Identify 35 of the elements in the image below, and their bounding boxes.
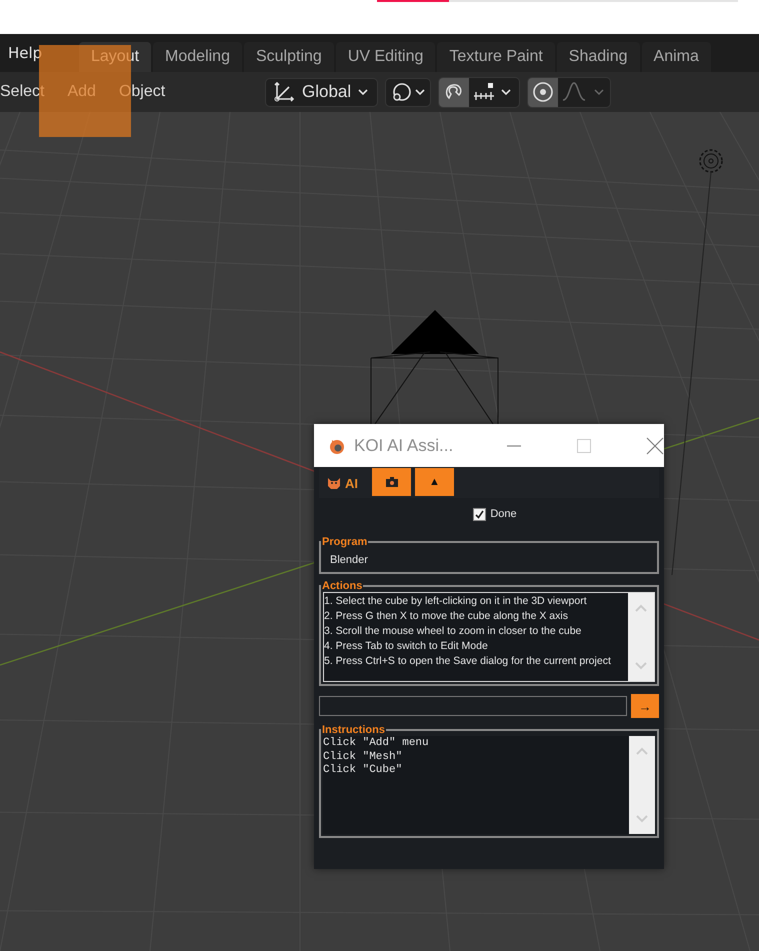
group-legend: Program: [321, 536, 368, 548]
collapse-button[interactable]: ▲: [415, 468, 454, 496]
ai-tab[interactable]: AI: [319, 468, 368, 498]
action-item: 5. Press Ctrl+S to open the Save dialog for the current project: [324, 654, 612, 669]
workspace-tab[interactable]: Anima: [642, 42, 711, 72]
pivot-dropdown[interactable]: [385, 78, 431, 106]
orientation-dropdown[interactable]: Global: [265, 78, 378, 106]
action-item: 2. Press G then X to move the cube along the X axis: [324, 609, 569, 624]
send-button[interactable]: →: [631, 694, 659, 718]
action-item: 4. Press Tab to switch to Edit Mode: [324, 639, 489, 654]
action-item: 3. Scroll the mouse wheel to zoom in closer to the cube: [324, 624, 582, 639]
proportional-toggle[interactable]: [528, 78, 558, 106]
action-item: 1. Select the cube by left-clicking on it in the 3D viewport: [324, 594, 588, 609]
done-checkbox[interactable]: Done: [461, 508, 517, 520]
program-name: Blender: [329, 553, 369, 568]
cat-face-icon: [327, 476, 341, 490]
snap-toggle[interactable]: [439, 78, 469, 106]
group-legend: Actions: [321, 580, 364, 592]
instruction-line: Click "Cube": [323, 764, 404, 778]
target-icon: [531, 80, 555, 104]
group-legend: Instructions: [321, 724, 386, 736]
workspace-tab[interactable]: Shading: [556, 42, 640, 72]
instruction-line: Click "Add" menu: [323, 737, 430, 750]
axes-icon: [272, 80, 296, 104]
workspace-tab[interactable]: Texture Paint: [437, 42, 555, 72]
camera-icon: [386, 477, 398, 487]
window-title: KOI AI Assi...: [354, 436, 454, 456]
instruction-line: Click "Mesh": [323, 750, 404, 764]
workspace-tab[interactable]: UV Editing: [336, 42, 436, 72]
workspace-tab[interactable]: Modeling: [153, 42, 242, 72]
workspace-tab[interactable]: Sculpting: [244, 42, 334, 72]
camera-button[interactable]: [372, 468, 411, 496]
close-icon[interactable]: [646, 436, 664, 454]
checkbox-box[interactable]: [473, 508, 486, 520]
message-input[interactable]: [319, 696, 627, 716]
